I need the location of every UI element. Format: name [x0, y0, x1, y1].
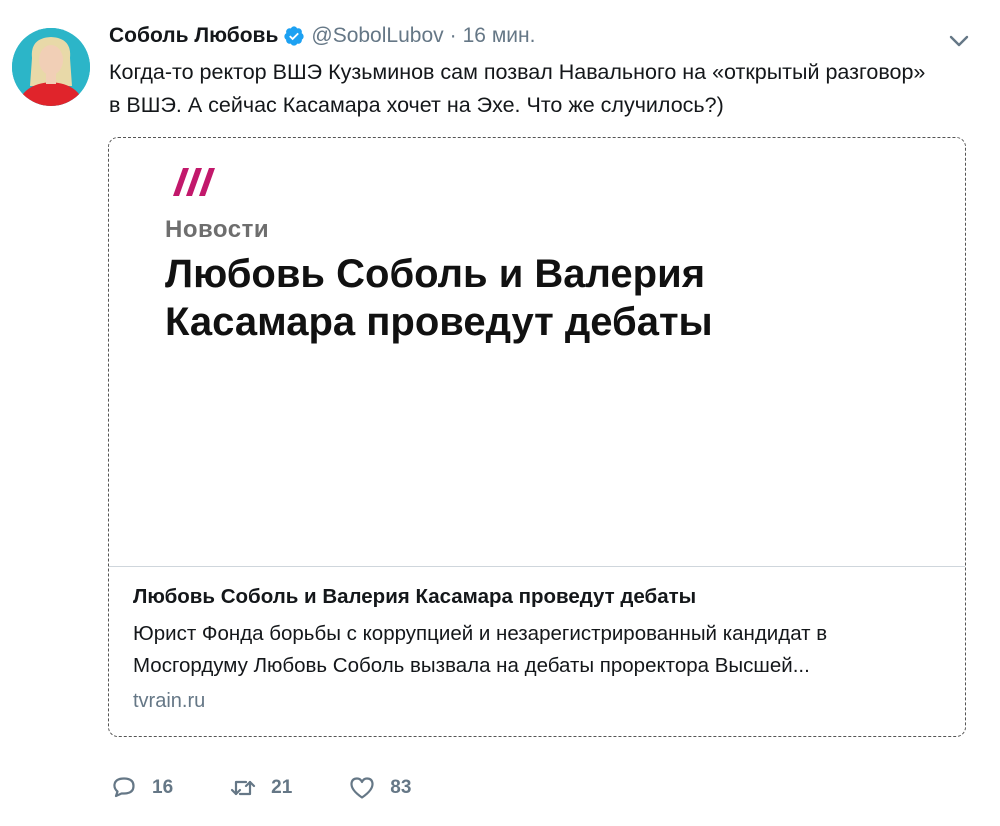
- reply-icon: [110, 774, 138, 802]
- tweet-text: Когда-то ректор ВШЭ Кузьминов сам позвал…: [109, 60, 926, 117]
- like-count: 83: [390, 777, 412, 798]
- tvrain-logo-icon: [165, 166, 217, 198]
- display-name[interactable]: Соболь Любовь: [109, 24, 278, 48]
- card-domain[interactable]: tvrain.ru: [133, 686, 943, 716]
- reply-button[interactable]: 16: [110, 774, 173, 802]
- card-image-kicker: Новости: [165, 216, 270, 243]
- avatar[interactable]: [12, 28, 90, 106]
- chevron-down-icon[interactable]: [948, 30, 970, 52]
- card-title[interactable]: Любовь Соболь и Валерия Касамара проведу…: [133, 582, 943, 612]
- timestamp[interactable]: 16 мин.: [463, 24, 536, 48]
- retweet-button[interactable]: 21: [229, 774, 292, 802]
- reply-count: 16: [152, 777, 174, 798]
- tweet: Соболь Любовь @SobolLubov · 16 мин. Когд…: [0, 0, 1000, 826]
- card-image-headline: Любовь Соболь и Валерия Касамара проведу…: [165, 252, 713, 344]
- retweet-icon: [229, 774, 257, 802]
- tweet-actions: 16 21 83: [110, 770, 467, 806]
- tweet-header: Соболь Любовь @SobolLubov · 16 мин.: [109, 20, 535, 52]
- handle[interactable]: @SobolLubov: [311, 24, 443, 48]
- card-body: Любовь Соболь и Валерия Касамара проведу…: [133, 582, 943, 716]
- separator-dot: ·: [449, 24, 457, 47]
- like-button[interactable]: 83: [348, 774, 411, 802]
- heart-icon: [348, 774, 376, 802]
- retweet-count: 21: [271, 777, 293, 798]
- verified-badge-icon: [283, 25, 305, 47]
- card-description: Юрист Фонда борьбы с коррупцией и незаре…: [133, 622, 828, 677]
- card-image[interactable]: Новости Любовь Соболь и Валерия Касамара…: [109, 138, 965, 567]
- link-card[interactable]: Новости Любовь Соболь и Валерия Касамара…: [108, 137, 966, 737]
